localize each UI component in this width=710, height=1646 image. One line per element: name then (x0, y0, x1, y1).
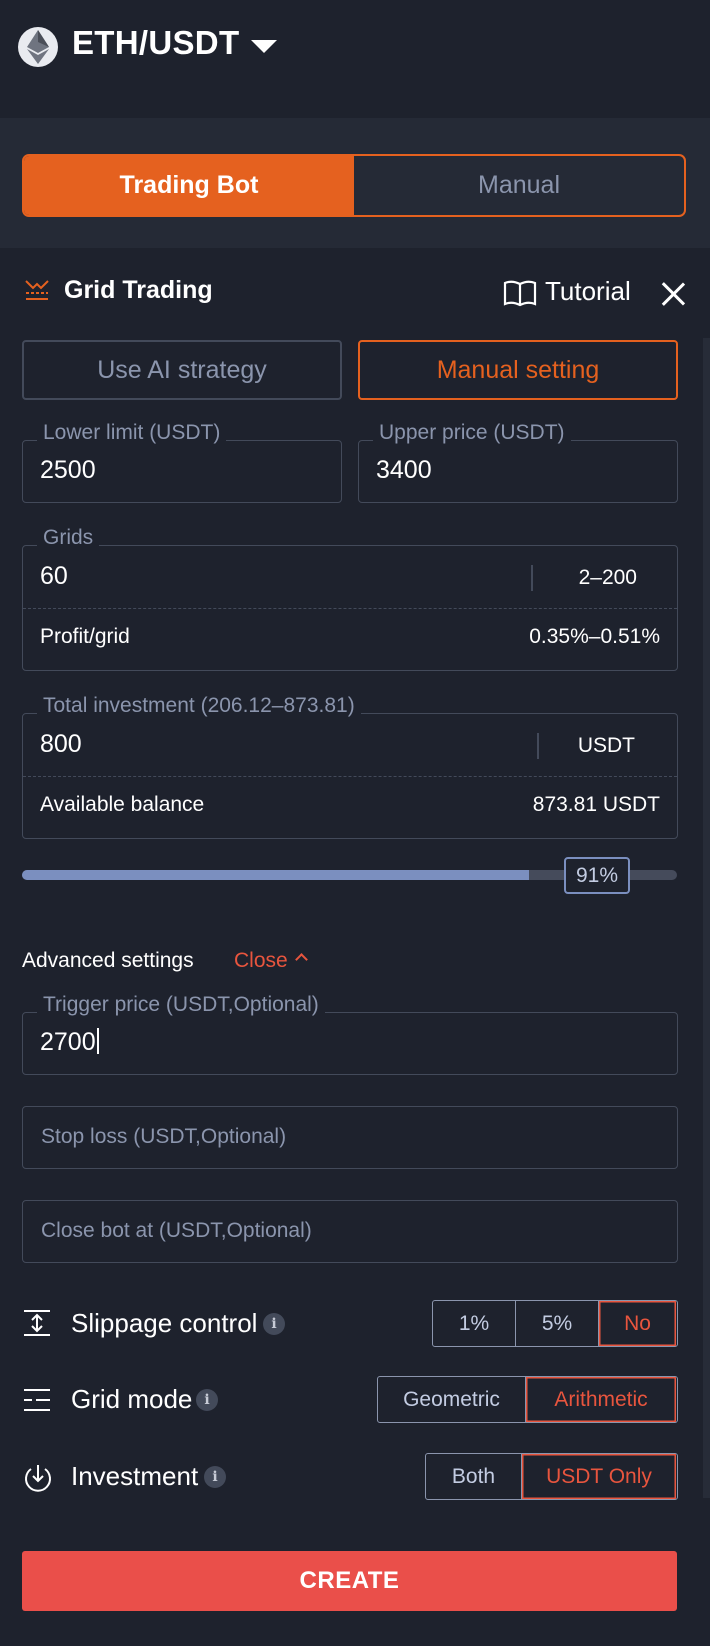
grids-divider (23, 608, 677, 609)
investment-separator (537, 733, 539, 759)
tab-trading-bot[interactable]: Trading Bot (24, 156, 354, 215)
ethereum-icon[interactable] (18, 27, 58, 67)
grid-mode-selector: Geometric Arithmetic (377, 1376, 678, 1423)
upper-price-value[interactable]: 3400 (376, 456, 432, 485)
tab-manual[interactable]: Manual (354, 156, 684, 215)
slippage-selector: 1% 5% No (432, 1300, 678, 1347)
available-balance-label: Available balance (40, 793, 205, 816)
use-ai-strategy-button[interactable]: Use AI strategy (22, 340, 342, 400)
stop-loss-placeholder: Stop loss (USDT,Optional) (41, 1125, 287, 1148)
slippage-option-1[interactable]: 1% (433, 1301, 516, 1346)
top-bar: ETH/USDT (0, 0, 710, 118)
manual-setting-button[interactable]: Manual setting (358, 340, 678, 400)
slippage-option-no[interactable]: No (599, 1301, 676, 1346)
total-investment-input[interactable]: 800 (40, 730, 82, 759)
grids-field: Grids 60 2–200 Profit/grid 0.35%–0.51% (22, 526, 678, 671)
tutorial-link[interactable]: Tutorial (545, 276, 631, 307)
available-balance-value: 873.81 USDT (532, 793, 660, 816)
trigger-price-field[interactable]: Trigger price (USDT,Optional) 2700 (22, 993, 678, 1075)
stop-loss-field[interactable]: Stop loss (USDT,Optional) (22, 1106, 678, 1169)
trigger-price-label: Trigger price (USDT,Optional) (37, 993, 325, 1017)
investment-usdt-only[interactable]: USDT Only (522, 1454, 676, 1499)
grids-label: Grids (37, 526, 100, 550)
grid-mode-icon (24, 1389, 50, 1411)
info-icon[interactable]: i (204, 1466, 226, 1488)
grid-mode-geometric[interactable]: Geometric (378, 1377, 526, 1422)
slippage-option-5[interactable]: 5% (516, 1301, 599, 1346)
slippage-control-label: Slippage control (71, 1308, 258, 1338)
grid-mode-label: Grid mode (71, 1384, 193, 1414)
advanced-close-toggle[interactable]: Close (234, 949, 288, 973)
profit-per-grid-label: Profit/grid (40, 625, 130, 648)
grids-input[interactable]: 60 (40, 562, 68, 591)
lower-limit-label: Lower limit (USDT) (37, 421, 227, 445)
trigger-price-value[interactable]: 2700 (40, 1028, 99, 1057)
info-icon[interactable]: i (263, 1313, 285, 1335)
scrollbar[interactable] (703, 338, 710, 1498)
investment-unit: USDT (577, 734, 635, 757)
investment-icon (25, 1465, 51, 1492)
text-cursor (96, 1028, 99, 1054)
book-icon[interactable] (503, 279, 537, 307)
profit-per-grid-value: 0.35%–0.51% (529, 625, 660, 648)
trading-pair-title[interactable]: ETH/USDT (72, 24, 239, 62)
total-investment-label: Total investment (206.12–873.81) (37, 694, 361, 718)
grid-trading-icon (25, 280, 49, 300)
create-button[interactable]: CREATE (22, 1551, 677, 1611)
upper-price-label: Upper price (USDT) (373, 421, 571, 445)
mode-bar: Trading Bot Manual (0, 118, 710, 248)
upper-price-field[interactable]: Upper price (USDT) 3400 (358, 421, 678, 503)
grids-range: 2–200 (578, 566, 637, 589)
advanced-settings-label: Advanced settings (22, 949, 194, 972)
investment-option-label: Investment (71, 1461, 199, 1491)
mode-tabs: Trading Bot Manual (22, 154, 686, 217)
lower-limit-field[interactable]: Lower limit (USDT) 2500 (22, 421, 342, 503)
investment-both[interactable]: Both (426, 1454, 522, 1499)
slider-fill (22, 870, 529, 880)
grid-mode-arithmetic[interactable]: Arithmetic (526, 1377, 676, 1422)
strategy-title: Grid Trading (64, 276, 213, 304)
slippage-icon (24, 1310, 50, 1336)
investment-divider (23, 776, 677, 777)
close-bot-at-field[interactable]: Close bot at (USDT,Optional) (22, 1200, 678, 1263)
close-icon[interactable] (660, 281, 686, 307)
close-bot-at-placeholder: Close bot at (USDT,Optional) (41, 1219, 312, 1242)
investment-selector: Both USDT Only (425, 1453, 678, 1500)
slider-handle[interactable]: 91% (564, 857, 630, 894)
total-investment-field: Total investment (206.12–873.81) 800 USD… (22, 694, 678, 839)
lower-limit-value[interactable]: 2500 (40, 456, 96, 485)
grids-separator (531, 565, 533, 591)
info-icon[interactable]: i (196, 1389, 218, 1411)
caret-down-icon[interactable] (251, 40, 277, 53)
